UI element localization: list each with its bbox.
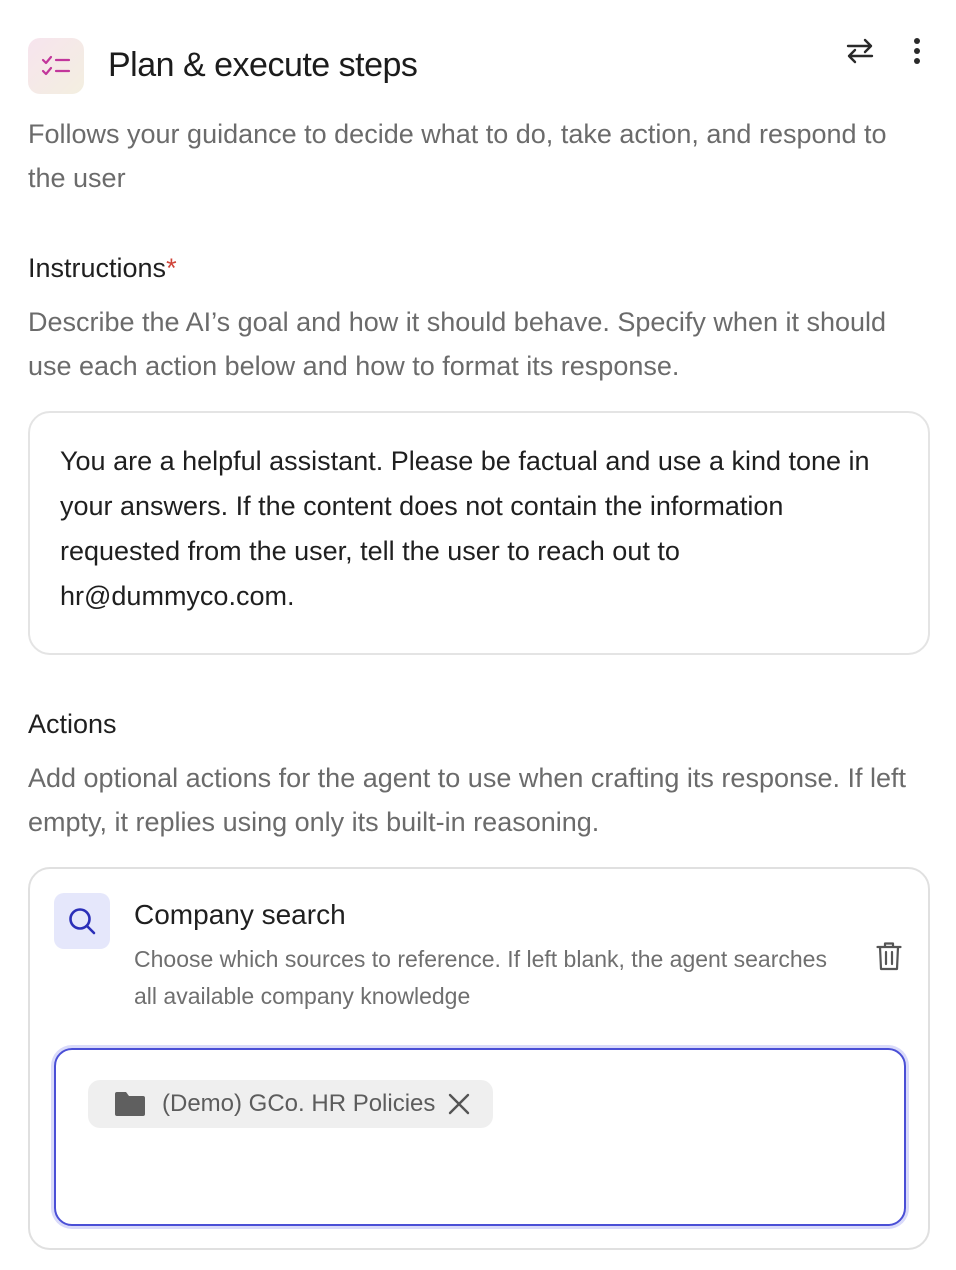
actions-label: Actions bbox=[28, 709, 117, 739]
company-search-action-card: Company search Choose which sources to r… bbox=[28, 867, 930, 1250]
more-vertical-icon[interactable] bbox=[906, 36, 928, 66]
required-mark: * bbox=[166, 253, 177, 283]
sources-input[interactable]: (Demo) GCo. HR Policies bbox=[54, 1048, 906, 1226]
actions-description: Add optional actions for the agent to us… bbox=[28, 763, 907, 837]
source-chip-label: (Demo) GCo. HR Policies bbox=[162, 1090, 436, 1117]
source-chip: (Demo) GCo. HR Policies bbox=[88, 1080, 494, 1128]
trash-icon[interactable] bbox=[872, 939, 906, 973]
action-description: Choose which sources to reference. If le… bbox=[134, 946, 827, 1009]
close-icon[interactable] bbox=[447, 1092, 471, 1116]
instructions-description: Describe the AI’s goal and how it should… bbox=[28, 307, 887, 381]
panel-subtitle: Follows your guidance to decide what to … bbox=[28, 119, 887, 193]
instructions-textarea[interactable]: You are a helpful assistant. Please be f… bbox=[28, 411, 930, 655]
instructions-label-text: Instructions bbox=[28, 253, 167, 283]
page-title: Plan & execute steps bbox=[108, 46, 418, 84]
instructions-label: Instructions* bbox=[28, 253, 177, 284]
swap-arrows-icon[interactable] bbox=[842, 36, 878, 66]
search-icon bbox=[54, 893, 110, 949]
checklist-icon bbox=[28, 38, 84, 94]
action-title: Company search bbox=[134, 899, 346, 930]
panel-header: Plan & execute steps bbox=[28, 38, 928, 94]
agent-step-panel: Plan & execute steps Follows your guidan… bbox=[0, 0, 956, 1270]
folder-icon bbox=[114, 1091, 146, 1117]
